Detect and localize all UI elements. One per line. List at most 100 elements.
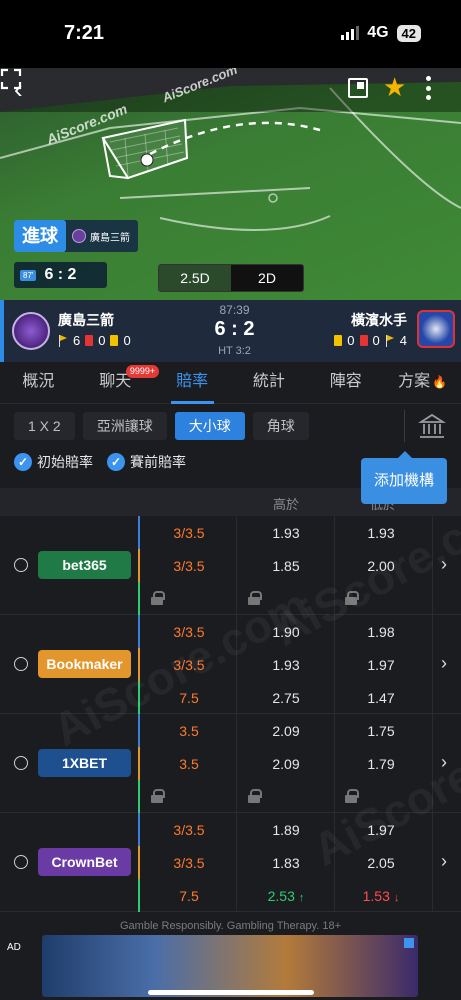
odds-row-indicator — [138, 516, 140, 549]
red-card-icon — [359, 335, 368, 346]
column-over: 高於 — [273, 497, 300, 512]
odds-under-value-text: 1.97 — [367, 822, 395, 838]
odds-under-value: 1.75 — [346, 723, 416, 739]
odds-row: 3/3.5 1.89 1.97 — [138, 813, 433, 846]
tab-lineup[interactable]: 陣容 — [307, 362, 384, 403]
odds-under-value: 1.53 ↓ — [346, 888, 416, 904]
odds-line-value-text: 3/3.5 — [173, 657, 205, 673]
more-options-icon[interactable] — [424, 76, 432, 100]
away-red-cards: 0 — [372, 333, 380, 348]
tab-label: 概況 — [22, 373, 55, 390]
corner-flag-icon — [385, 334, 395, 347]
chevron-right-icon[interactable]: › — [441, 653, 447, 674]
institution-icon[interactable] — [418, 412, 446, 440]
market-over-under-button[interactable]: 大小球 — [174, 412, 245, 440]
away-team-crest[interactable] — [417, 310, 455, 348]
initial-odds-label: 初始賠率 — [37, 454, 93, 470]
bookmaker-block[interactable]: bet365 3/3.5 1.93 1.93 3/3.5 1.85 2.00 › — [0, 516, 461, 615]
market-corners-button[interactable]: 角球 — [252, 412, 309, 440]
odds-under-value-text: 1.75 — [367, 723, 395, 739]
odds-over-value-text: 1.83 — [272, 855, 300, 871]
odds-over-value-text: 2.09 — [272, 756, 300, 772]
odds-line-value: 3.5 — [154, 723, 224, 739]
tab-label: 統計 — [252, 373, 285, 390]
odds-row — [138, 780, 433, 813]
bookmaker-logo: bet365 — [38, 551, 131, 579]
bookmaker-logo: Bookmaker — [38, 650, 131, 678]
market-asian-handicap-button[interactable]: 亞洲讓球 — [82, 412, 167, 440]
bookmaker-block[interactable]: Bookmaker 3/3.5 1.90 1.98 3/3.5 1.93 1.97 7.5 2.… — [0, 615, 461, 714]
tab-chat[interactable]: 聊天 9999+ — [77, 362, 160, 403]
initial-odds-checkbox[interactable]: ✓ 初始賠率 — [14, 452, 93, 472]
view-2-5d-button[interactable]: 2.5D — [159, 265, 231, 291]
odds-line-value: 3/3.5 — [154, 525, 224, 541]
odds-line-value-text: 3/3.5 — [173, 525, 205, 541]
tab-bar: 概況 聊天 9999+ 賠率 統計 陣容 方案 🔥 — [0, 362, 461, 404]
away-team-name[interactable]: 橫濱水手 — [351, 310, 407, 330]
odds-over-value: 1.93 — [251, 657, 321, 673]
odds-row-indicator — [138, 648, 140, 681]
team-crest-icon — [72, 229, 86, 243]
battery-icon: 42 — [396, 24, 421, 42]
tab-odds[interactable]: 賠率 — [154, 362, 231, 404]
lock-icon — [248, 789, 262, 803]
odds-line-value: 7.5 — [154, 888, 224, 904]
status-bar: 7:21 4G 42 — [0, 0, 461, 68]
tab-label: 陣容 — [329, 373, 362, 390]
bookmaker-radio[interactable] — [14, 657, 28, 671]
tab-overview[interactable]: 概況 — [0, 362, 77, 403]
ad-banner-image[interactable] — [42, 935, 418, 997]
odds-row: 3/3.5 1.90 1.98 — [138, 615, 433, 648]
pre-match-odds-checkbox[interactable]: ✓ 賽前賠率 — [107, 452, 186, 472]
odds-over-value: 2.75 — [251, 690, 321, 706]
ad-choices-icon[interactable] — [404, 938, 414, 948]
odds-under-value: 2.00 — [346, 558, 416, 574]
bookmaker-radio[interactable] — [14, 756, 28, 770]
trend-down-icon: ↓ — [393, 892, 400, 904]
odds-over-value-text: 1.93 — [272, 657, 300, 673]
status-time: 7:21 — [64, 22, 105, 44]
chevron-right-icon[interactable]: › — [441, 554, 447, 575]
odds-over-value: 1.93 — [251, 525, 321, 541]
market-1x2-button[interactable]: 1 X 2 — [14, 412, 75, 440]
trend-up-icon: ↑ — [298, 892, 305, 904]
odds-over-value: 2.53 ↑ — [251, 888, 321, 904]
odds-row-indicator — [138, 813, 140, 846]
bookmaker-block[interactable]: CrownBet 3/3.5 1.89 1.97 3/3.5 1.83 2.05 7.5 2.5… — [0, 813, 461, 912]
favorite-star-icon[interactable]: ★ — [383, 72, 406, 103]
odds-over-value: 1.90 — [251, 624, 321, 640]
checkmark-icon: ✓ — [14, 453, 32, 471]
chevron-right-icon[interactable]: › — [441, 752, 447, 773]
odds-over-value: 1.83 — [251, 855, 321, 871]
tab-stats[interactable]: 統計 — [230, 362, 307, 403]
bookmaker-radio[interactable] — [14, 855, 28, 869]
tab-tips[interactable]: 方案 🔥 — [384, 362, 461, 403]
bookmaker-radio[interactable] — [14, 558, 28, 572]
chevron-right-icon[interactable]: › — [441, 851, 447, 872]
bookmaker-block[interactable]: 1XBET 3.5 2.09 1.75 3.5 2.09 1.79 › — [0, 714, 461, 813]
fullscreen-icon[interactable] — [0, 68, 22, 90]
add-institution-popover[interactable]: 添加機構 — [361, 451, 447, 504]
odds-row: 7.5 2.53 ↑ 1.53 ↓ — [138, 879, 433, 912]
odds-row: 3.5 2.09 1.79 — [138, 747, 433, 780]
odds-row-indicator — [138, 747, 140, 780]
responsible-gambling-text: Gamble Responsibly. Gambling Therapy. 18… — [119, 920, 342, 932]
odds-line-value: 3/3.5 — [154, 657, 224, 673]
picture-in-picture-icon[interactable] — [348, 78, 368, 98]
away-corners: 4 — [399, 333, 407, 348]
odds-over-value-text: 2.53 — [267, 888, 295, 904]
odds-row — [138, 582, 433, 615]
odds-row-indicator — [138, 780, 140, 813]
odds-over-value-text: 1.85 — [272, 558, 300, 574]
mini-scoreboard: 87' 6 : 2 — [14, 262, 107, 288]
odds-under-value-text: 2.05 — [367, 855, 395, 871]
home-indicator — [148, 990, 314, 995]
odds-under-value: 2.05 — [346, 855, 416, 871]
view-2d-button[interactable]: 2D — [231, 265, 303, 291]
odds-row: 3/3.5 1.93 1.93 — [138, 516, 433, 549]
odds-row: 3.5 2.09 1.75 — [138, 714, 433, 747]
goal-team-name: 廣島三箭 — [90, 232, 130, 244]
odds-over-value-text: 1.93 — [272, 525, 300, 541]
odds-over-value: 1.85 — [251, 558, 321, 574]
tab-label: 賠率 — [176, 373, 209, 390]
